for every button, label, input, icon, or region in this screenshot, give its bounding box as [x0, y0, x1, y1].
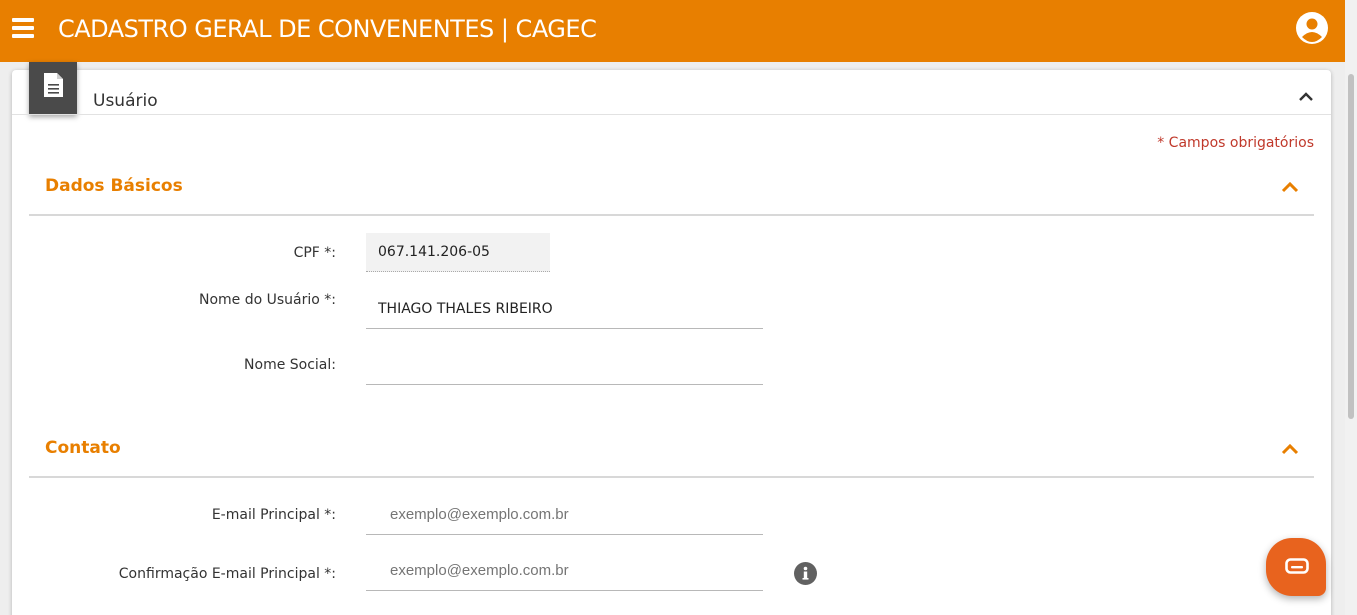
email-confirm-field[interactable]	[366, 550, 763, 591]
info-icon[interactable]	[794, 562, 817, 585]
top-app-bar: CADASTRO GERAL DE CONVENENTES | CAGEC	[0, 0, 1345, 62]
scrollbar-thumb[interactable]	[1348, 74, 1354, 419]
cpf-label: CPF *:	[293, 245, 336, 261]
social-name-label: Nome Social:	[244, 357, 336, 373]
section-title-basic: Dados Básicos	[45, 176, 183, 196]
hamburger-menu-icon[interactable]	[12, 18, 34, 38]
user-name-field[interactable]	[366, 290, 763, 329]
email-confirm-label: Confirmação E-mail Principal *:	[118, 566, 336, 582]
cpf-field[interactable]	[366, 233, 550, 272]
card-title: Usuário	[93, 91, 158, 111]
section-basic-divider	[29, 214, 1314, 216]
required-fields-note: * Campos obrigatórios	[1157, 135, 1314, 151]
user-name-label: Nome do Usuário *:	[198, 292, 336, 308]
chat-bubble-icon[interactable]	[1266, 538, 1326, 596]
page-scrollbar[interactable]	[1345, 0, 1357, 615]
section-contact-chevron-up-icon[interactable]	[1279, 439, 1301, 459]
social-name-field[interactable]	[366, 346, 763, 385]
section-title-contact: Contato	[45, 438, 121, 458]
section-contact-divider	[29, 476, 1314, 478]
app-title: CADASTRO GERAL DE CONVENENTES | CAGEC	[58, 15, 597, 43]
card-divider	[12, 114, 1331, 115]
card-collapse-chevron-up-icon[interactable]	[1296, 87, 1316, 107]
document-icon	[29, 62, 77, 115]
email-field[interactable]	[366, 494, 763, 535]
account-circle-icon[interactable]	[1295, 11, 1329, 45]
section-basic-chevron-up-icon[interactable]	[1279, 177, 1301, 197]
email-label: E-mail Principal *:	[211, 507, 336, 523]
